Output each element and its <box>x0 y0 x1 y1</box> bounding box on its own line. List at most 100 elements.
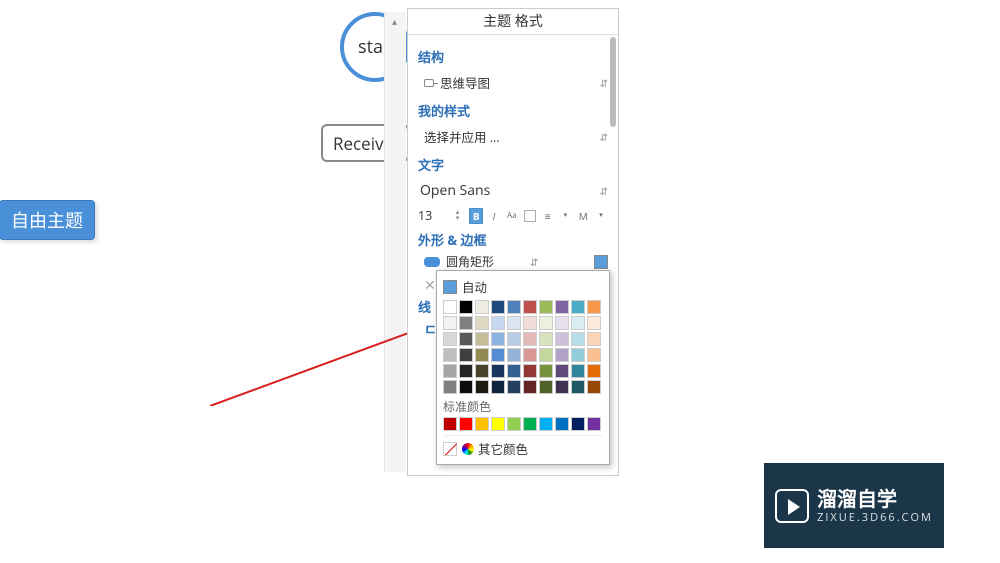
shape-dropdown[interactable]: 圆角矩形 ⇵ <box>418 253 608 270</box>
m-button[interactable]: M <box>576 208 590 224</box>
align-dropdown-icon[interactable]: ▾ <box>559 208 573 224</box>
color-swatch[interactable] <box>443 348 457 362</box>
color-swatch[interactable] <box>475 417 489 431</box>
color-swatch[interactable] <box>539 380 553 394</box>
scroll-up-icon[interactable]: ▴ <box>392 14 397 28</box>
color-swatch[interactable] <box>523 364 537 378</box>
other-colors-row[interactable]: 其它颜色 <box>443 435 603 458</box>
color-swatch[interactable] <box>475 332 489 346</box>
color-swatch[interactable] <box>475 380 489 394</box>
align-button[interactable]: ≡ <box>541 208 555 224</box>
auto-color-row[interactable]: 自动 <box>443 275 603 300</box>
color-swatch[interactable] <box>443 417 457 431</box>
mystyle-dropdown[interactable]: 选择并应用 ... ⇵ <box>418 124 608 149</box>
color-swatch[interactable] <box>459 417 473 431</box>
color-swatch[interactable] <box>507 332 521 346</box>
color-swatch[interactable] <box>555 417 569 431</box>
color-swatch[interactable] <box>587 364 601 378</box>
color-swatch[interactable] <box>443 380 457 394</box>
color-swatch[interactable] <box>507 417 521 431</box>
color-swatch[interactable] <box>475 364 489 378</box>
color-swatch[interactable] <box>587 300 601 314</box>
color-swatch[interactable] <box>539 316 553 330</box>
color-swatch[interactable] <box>443 300 457 314</box>
color-swatch[interactable] <box>571 316 585 330</box>
font-size-stepper[interactable]: ▴▾ <box>456 210 460 222</box>
color-swatch[interactable] <box>555 380 569 394</box>
font-name: Open Sans <box>420 181 490 200</box>
free-topic-node[interactable]: 自由主题 <box>0 200 95 240</box>
color-swatch[interactable] <box>555 300 569 314</box>
color-swatch[interactable] <box>507 380 521 394</box>
color-swatch[interactable] <box>443 332 457 346</box>
color-swatch[interactable] <box>523 300 537 314</box>
section-text-header: 文字 <box>418 155 608 174</box>
color-swatch[interactable] <box>459 348 473 362</box>
fill-color-button[interactable] <box>594 255 608 269</box>
color-swatch[interactable] <box>539 348 553 362</box>
color-swatch[interactable] <box>571 332 585 346</box>
color-swatch[interactable] <box>491 332 505 346</box>
chevron-updown-icon: ⇵ <box>600 184 608 198</box>
m-dropdown-icon[interactable]: ▾ <box>594 208 608 224</box>
chevron-updown-icon: ⇵ <box>530 255 538 269</box>
color-swatch[interactable] <box>507 348 521 362</box>
color-swatch[interactable] <box>507 364 521 378</box>
color-swatch[interactable] <box>555 332 569 346</box>
canvas-scrollbar[interactable]: ▴ <box>384 12 406 472</box>
color-swatch[interactable] <box>539 300 553 314</box>
color-swatch[interactable] <box>475 316 489 330</box>
color-swatch[interactable] <box>507 316 521 330</box>
color-swatch[interactable] <box>539 364 553 378</box>
color-swatch[interactable] <box>587 348 601 362</box>
color-swatch[interactable] <box>443 364 457 378</box>
color-swatch[interactable] <box>507 300 521 314</box>
color-swatch[interactable] <box>571 417 585 431</box>
start-node-label: sta <box>358 35 383 59</box>
italic-button[interactable]: I <box>487 208 501 224</box>
color-swatch[interactable] <box>491 417 505 431</box>
color-swatch[interactable] <box>571 380 585 394</box>
bold-button[interactable]: B <box>469 208 483 224</box>
color-swatch[interactable] <box>523 380 537 394</box>
color-swatch[interactable] <box>459 332 473 346</box>
color-swatch[interactable] <box>523 332 537 346</box>
color-swatch[interactable] <box>571 300 585 314</box>
color-swatch[interactable] <box>555 348 569 362</box>
color-swatch[interactable] <box>491 380 505 394</box>
clear-icon[interactable]: ✕ <box>424 276 436 295</box>
color-swatch[interactable] <box>555 364 569 378</box>
color-swatch[interactable] <box>523 348 537 362</box>
color-swatch[interactable] <box>459 380 473 394</box>
color-swatch[interactable] <box>491 300 505 314</box>
auto-color-label: 自动 <box>462 277 487 296</box>
color-swatch[interactable] <box>475 348 489 362</box>
other-colors-label: 其它颜色 <box>478 439 528 458</box>
font-size-value[interactable]: 13 <box>418 207 452 224</box>
color-swatch[interactable] <box>459 300 473 314</box>
color-swatch[interactable] <box>539 332 553 346</box>
color-swatch[interactable] <box>587 332 601 346</box>
color-swatch[interactable] <box>587 380 601 394</box>
color-swatch[interactable] <box>475 300 489 314</box>
color-swatch[interactable] <box>571 348 585 362</box>
color-swatch[interactable] <box>555 316 569 330</box>
color-swatch[interactable] <box>523 417 537 431</box>
color-swatch[interactable] <box>587 316 601 330</box>
watermark-logo: 溜溜自学 ZIXUE.3D66.COM <box>764 463 944 548</box>
text-case-button[interactable]: Aa <box>505 208 519 224</box>
text-color-button[interactable] <box>523 208 537 224</box>
color-swatch[interactable] <box>491 316 505 330</box>
color-swatch[interactable] <box>523 316 537 330</box>
font-dropdown[interactable]: Open Sans ⇵ <box>418 178 608 203</box>
color-swatch[interactable] <box>539 417 553 431</box>
panel-scrollbar[interactable] <box>610 37 616 127</box>
color-swatch[interactable] <box>459 364 473 378</box>
color-swatch[interactable] <box>459 316 473 330</box>
color-swatch[interactable] <box>587 417 601 431</box>
structure-dropdown[interactable]: 思维导图 ⇵ <box>418 70 608 95</box>
color-swatch[interactable] <box>443 316 457 330</box>
color-swatch[interactable] <box>491 348 505 362</box>
color-swatch[interactable] <box>491 364 505 378</box>
color-swatch[interactable] <box>571 364 585 378</box>
